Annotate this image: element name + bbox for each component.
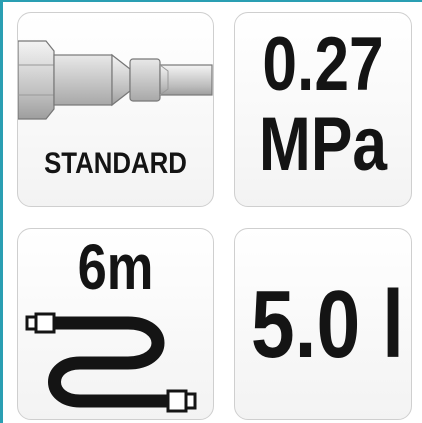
spec-icon-panel: STANDARD 0.27 MPa 6m 5.0 l — [0, 0, 422, 423]
hose-tile: 6m — [17, 228, 214, 420]
accent-edge-top — [0, 0, 422, 2]
volume-value: 5.0 l — [250, 271, 405, 378]
accent-edge-left — [0, 0, 3, 423]
pressure-tile: 0.27 MPa — [234, 12, 412, 207]
connector-standard-label: STANDARD — [44, 147, 187, 180]
volume-tile: 5.0 l — [234, 228, 412, 420]
pressure-unit: MPa — [258, 102, 388, 187]
coiled-hose-icon — [18, 297, 213, 419]
pressure-value: 0.27 — [262, 22, 384, 107]
connector-plug-icon — [18, 35, 213, 130]
connector-tile: STANDARD — [17, 12, 214, 207]
hose-length: 6m — [77, 231, 154, 303]
